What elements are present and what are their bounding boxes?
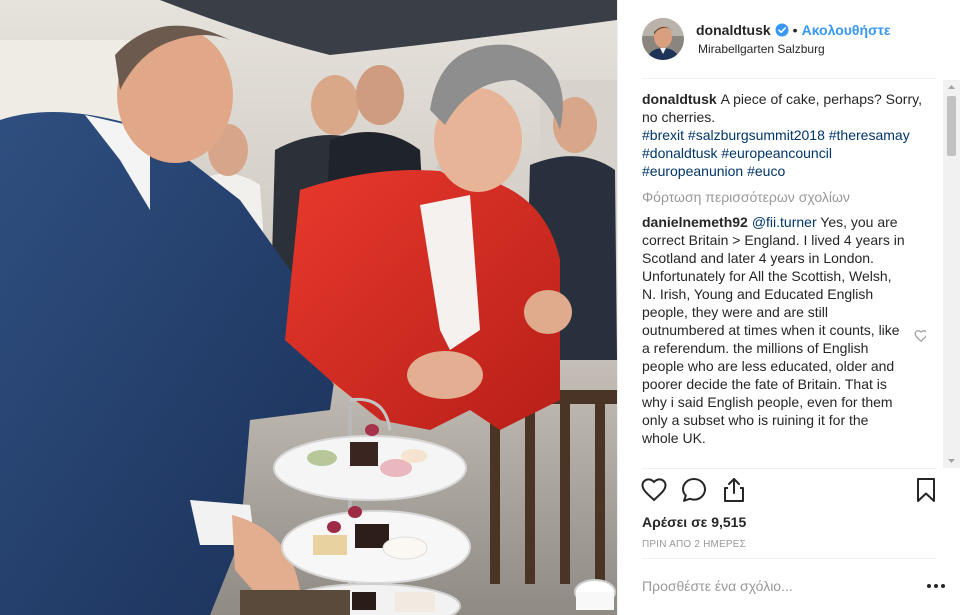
reply-username[interactable]: danielnemeth92 [642, 214, 748, 230]
comments-list: donaldtusk A piece of cake, perhaps? Sorr… [642, 90, 926, 468]
verified-badge-icon [775, 23, 789, 37]
heart-icon [641, 478, 667, 502]
scroll-up-arrow-icon[interactable] [943, 80, 960, 94]
follow-button[interactable]: Ακολουθήστε [802, 22, 891, 38]
actions-divider [642, 468, 936, 469]
reply-text: Yes, you are correct Britain > England. … [642, 214, 905, 446]
reply-mention[interactable]: @fii.turner [752, 214, 817, 230]
save-button[interactable] [912, 476, 940, 504]
caption-hashtags-line2[interactable]: #donaldtusk #europeancouncil [642, 144, 926, 162]
header-divider [642, 78, 936, 79]
post-photo-image [0, 0, 617, 615]
caption-hashtags-line1[interactable]: #brexit #salzburgsummit2018 #theresamay [642, 126, 926, 144]
post-header: donaldtusk • Ακολουθήστε Mirabellgarten … [618, 0, 960, 78]
caption-username[interactable]: donaldtusk [642, 91, 717, 107]
add-comment-divider [642, 558, 936, 559]
caption-hashtags-line3[interactable]: #europeanunion #euco [642, 162, 926, 180]
scrollbar-thumb[interactable] [947, 96, 956, 156]
bookmark-icon [917, 478, 935, 502]
post-side-panel: donaldtusk • Ακολουθήστε Mirabellgarten … [617, 0, 960, 615]
scroll-down-arrow-icon[interactable] [943, 454, 960, 468]
location-link[interactable]: Mirabellgarten Salzburg [696, 42, 891, 56]
more-options-icon[interactable] [924, 578, 948, 594]
likes-count[interactable]: Αρέσει σε 9,515 [642, 514, 746, 530]
instagram-post: donaldtusk • Ακολουθήστε Mirabellgarten … [0, 0, 960, 615]
action-bar [640, 476, 940, 506]
add-comment-input[interactable] [642, 571, 910, 601]
caption-comment: donaldtusk A piece of cake, perhaps? Sorr… [642, 90, 926, 180]
comment-like-heart-icon[interactable] [914, 329, 926, 343]
post-timestamp[interactable]: ΠΡΙΝ ΑΠΟ 2 ΗΜΕΡΕΣ [642, 539, 746, 550]
avatar[interactable] [642, 18, 684, 60]
header-separator: • [792, 22, 798, 38]
comment-button[interactable] [680, 476, 708, 504]
comments-scrollbar[interactable] [943, 80, 960, 468]
comment-bubble-icon [682, 478, 706, 502]
share-button[interactable] [720, 476, 748, 504]
post-photo[interactable] [0, 0, 617, 615]
header-username[interactable]: donaldtusk [696, 22, 771, 38]
like-button[interactable] [640, 476, 668, 504]
avatar-photo [642, 18, 684, 60]
reply-comment: danielnemeth92 @fii.turner Yes, you are c… [642, 213, 926, 447]
load-more-comments-button[interactable]: Φόρτωση περισσότερων σχολίων [642, 188, 926, 206]
share-icon [724, 478, 744, 502]
